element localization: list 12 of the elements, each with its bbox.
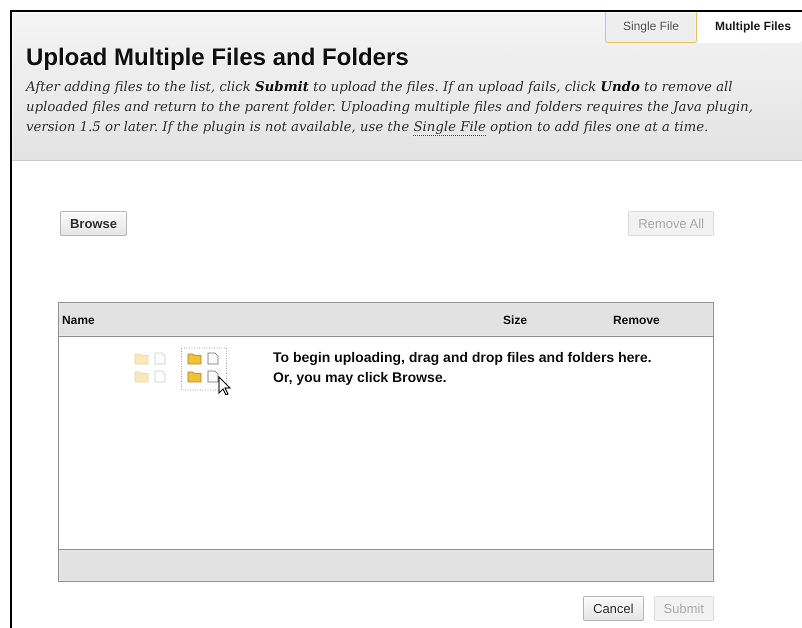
tab[interactable]: Single File: [604, 12, 697, 43]
column-header: Remove: [613, 312, 661, 326]
cancel-button[interactable]: Cancel: [583, 596, 644, 621]
browse-button[interactable]: Browse: [60, 211, 127, 236]
instructions-text: After adding files to the list, click Submit to upload the files. If an upload fails, click Undo to remove all uploaded files and return to the parent folder. Uploading multiple files and folders requires the Java plugin, version 1.5 or later. If the plugin is not available, use the Single File option to add files one at a time.: [26, 79, 754, 138]
page-title: Upload Multiple Files and Folders: [26, 44, 410, 72]
column-header: Name: [61, 312, 96, 326]
tab[interactable]: Multiple Files: [696, 12, 802, 43]
drop-hint-text: Or, you may click Browse.: [273, 368, 448, 387]
single-file-link[interactable]: Single File: [413, 120, 486, 136]
drop-hint-text: To begin uploading, drag and drop files and folders here.: [273, 348, 652, 367]
column-header: Size: [503, 312, 528, 326]
